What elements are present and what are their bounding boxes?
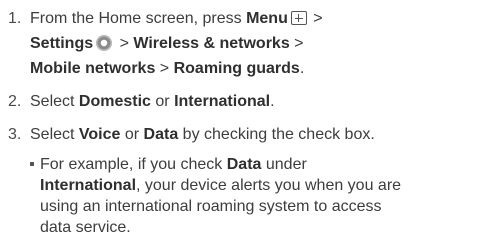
- step-number: 1.: [8, 10, 22, 27]
- step-text: by checking the check box.: [178, 126, 375, 143]
- punctuation: .: [270, 93, 275, 110]
- step-text: From the Home screen, press: [30, 10, 247, 27]
- separator: >: [308, 10, 323, 27]
- mobile-networks-label: Mobile networks: [30, 60, 156, 77]
- wireless-networks-label: Wireless & networks: [133, 35, 290, 52]
- international-label: International: [40, 177, 137, 194]
- note-line-3: using an international roaming system to…: [40, 198, 382, 215]
- data-label: Data: [226, 156, 262, 173]
- separator: >: [289, 35, 304, 52]
- step-text: Select: [30, 126, 79, 143]
- step-1-line-2: Settings > Wireless & networks >: [30, 33, 304, 54]
- separator: >: [115, 35, 134, 52]
- note-text: For example, if you check: [40, 156, 227, 173]
- note-line-1: For example, if you check Data under: [30, 154, 307, 175]
- step-number: 3.: [8, 126, 22, 143]
- step-1-line-1: 1. From the Home screen, press Menu >: [8, 8, 323, 29]
- step-1-line-3: Mobile networks > Roaming guards.: [30, 58, 304, 79]
- step-2: 2. Select Domestic or International.: [8, 91, 275, 112]
- menu-icon: [290, 11, 307, 25]
- domestic-label: Domestic: [78, 93, 151, 110]
- international-label: International: [174, 93, 271, 110]
- note-text: under: [261, 156, 307, 173]
- step-3: 3. Select Voice or Data by checking the c…: [8, 124, 375, 145]
- separator: >: [155, 60, 174, 77]
- step-text: Select: [30, 93, 79, 110]
- step-text: or: [120, 126, 144, 143]
- instruction-document: 1. From the Home screen, press Menu > Set…: [0, 0, 484, 244]
- settings-gear-icon: [96, 35, 113, 51]
- note-line-4: data service.: [40, 219, 131, 236]
- voice-label: Voice: [78, 126, 121, 143]
- step-text: or: [150, 93, 175, 110]
- roaming-guards-label: Roaming guards: [173, 60, 300, 77]
- data-label: Data: [143, 126, 179, 143]
- menu-label: Menu: [246, 10, 288, 27]
- bullet-icon: [30, 162, 34, 166]
- punctuation: .: [299, 60, 305, 77]
- step-number: 2.: [8, 93, 22, 110]
- note-line-2: International, your device alerts you wh…: [40, 175, 401, 196]
- note-text: , your device alerts you when you are: [136, 177, 402, 194]
- settings-label: Settings: [30, 35, 94, 52]
